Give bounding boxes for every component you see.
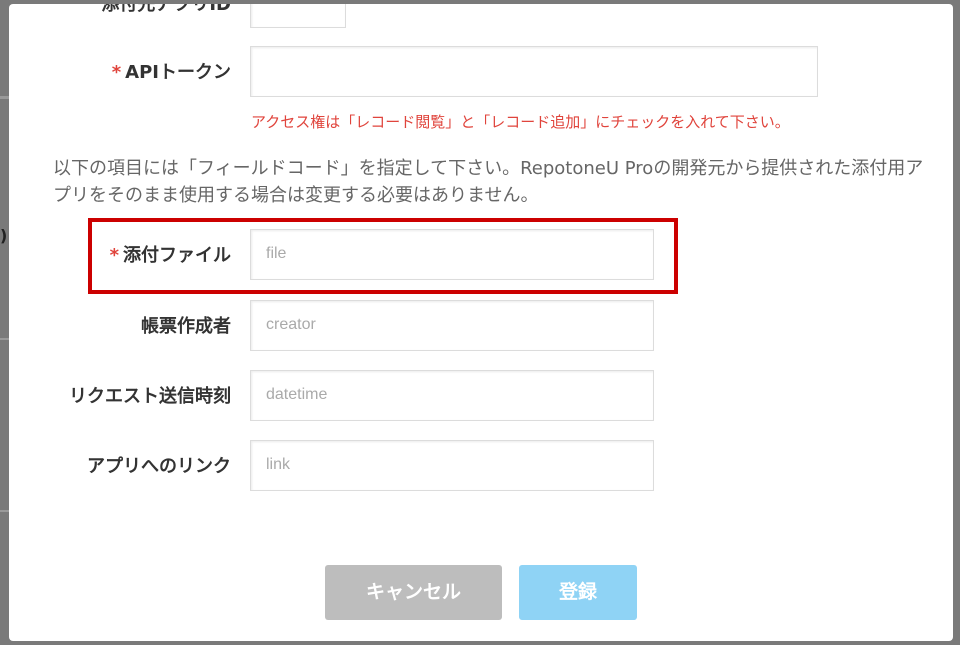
request-time-field-input[interactable]: datetime	[250, 370, 654, 421]
settings-modal: 添付先アプリID * APIトークン アクセス権は「レコード閲覧」と「レコード追加…	[9, 4, 953, 641]
top-row-label: 添付先アプリID	[101, 4, 231, 15]
attachment-label: * 添付ファイル	[109, 245, 231, 266]
creator-label: 帳票作成者	[141, 316, 231, 337]
access-warning: アクセス権は「レコード閲覧」と「レコード追加」にチェックを入れて下さい。	[251, 113, 790, 131]
creator-field-input[interactable]: creator	[250, 300, 654, 351]
field-code-note: 以下の項目には「フィールドコード」を指定して下さい。RepotoneU Proの…	[53, 158, 924, 206]
attachment-field-input[interactable]: file	[250, 229, 654, 280]
save-button[interactable]: 登録	[519, 565, 637, 620]
api-token-label: * APIトークン	[111, 62, 231, 83]
cancel-button[interactable]: キャンセル	[325, 565, 502, 620]
app-id-input[interactable]	[250, 4, 346, 28]
required-mark: *	[111, 62, 122, 83]
background-partial-label: )	[0, 226, 8, 245]
app-link-field-input[interactable]: link	[250, 440, 654, 491]
app-link-label: アプリへのリンク	[87, 456, 231, 477]
required-mark: *	[109, 245, 119, 266]
api-token-input[interactable]	[250, 46, 818, 97]
request-time-label: リクエスト送信時刻	[69, 386, 231, 407]
